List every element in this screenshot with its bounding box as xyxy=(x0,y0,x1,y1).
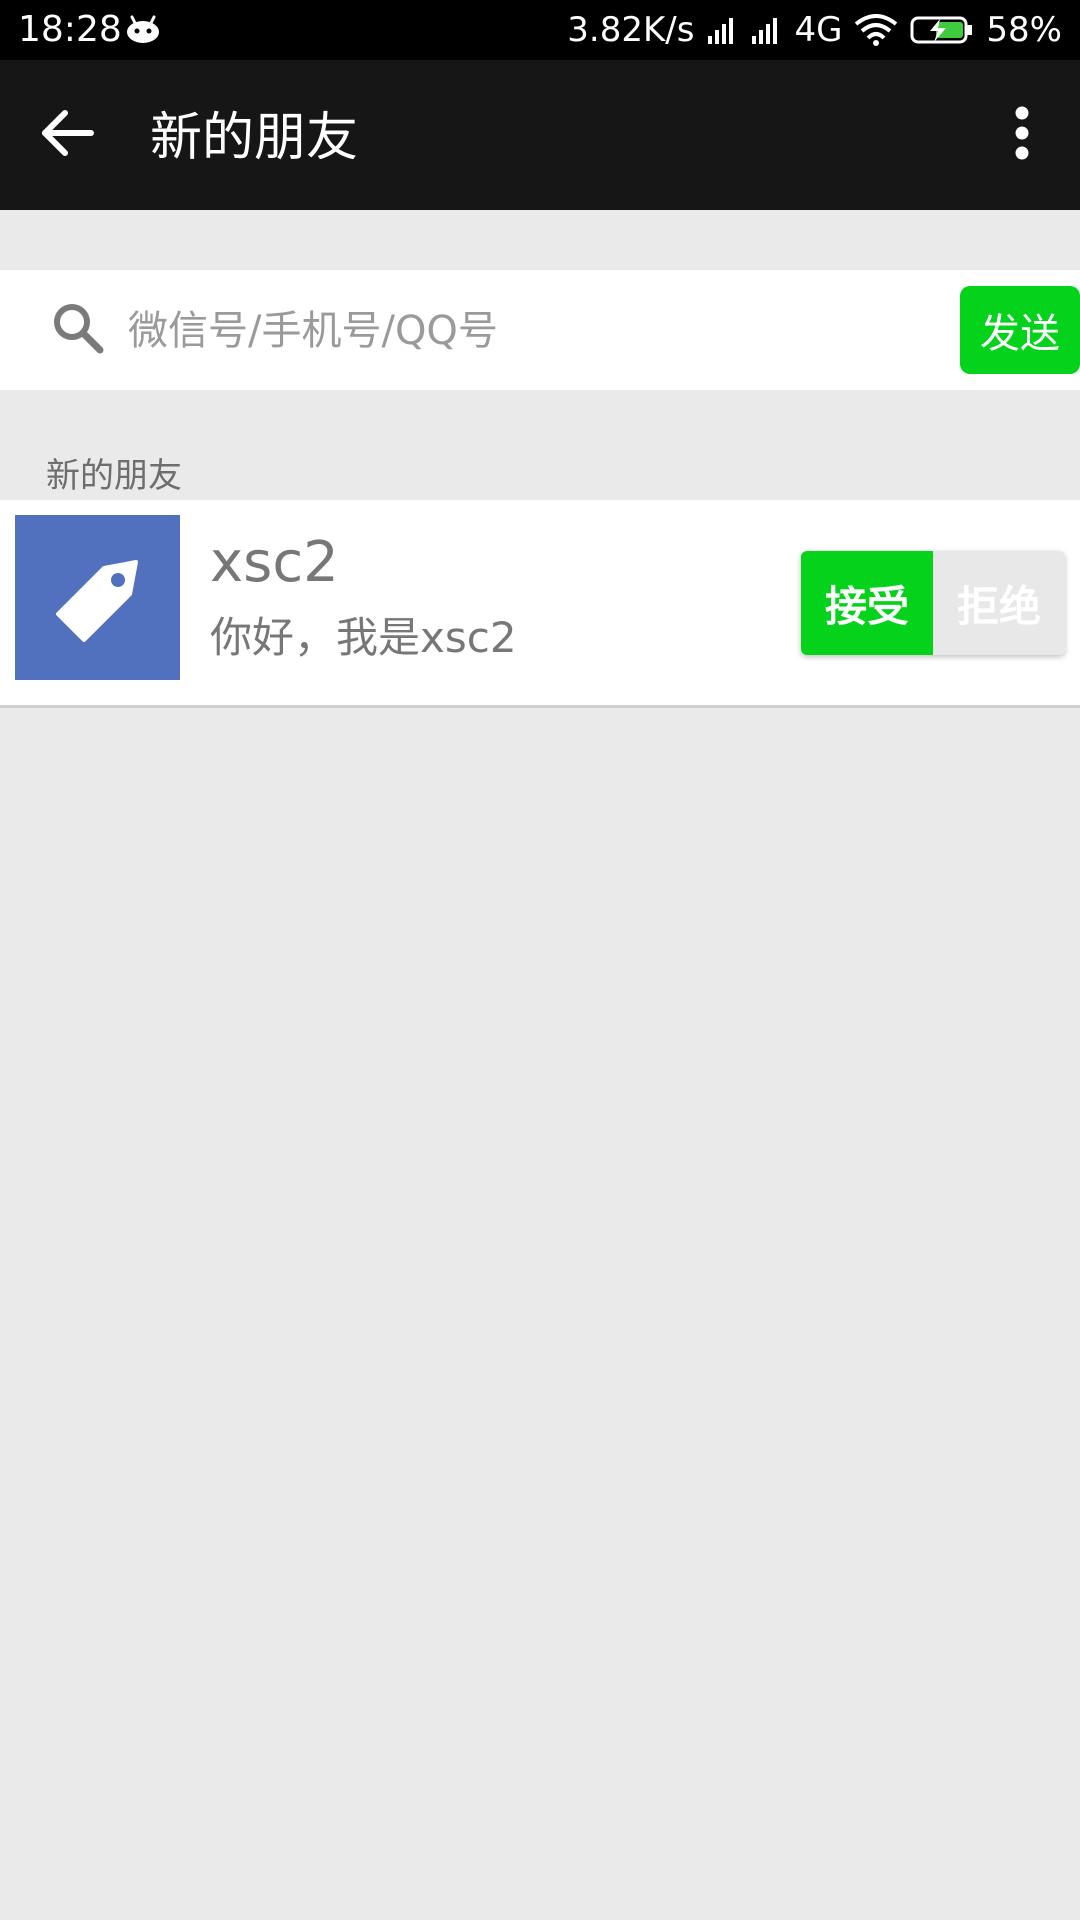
send-button[interactable]: 发送 xyxy=(960,286,1080,374)
back-button[interactable] xyxy=(34,105,100,165)
status-indicators: 3.82K/s 4G 58% xyxy=(567,8,1062,52)
more-options-button[interactable] xyxy=(992,105,1052,165)
accept-button[interactable]: 接受 xyxy=(801,551,933,655)
search-bar xyxy=(0,270,1080,390)
app-bar: 新的朋友 xyxy=(0,60,1080,210)
friend-message: 你好，我是xsc2 xyxy=(210,613,517,662)
search-input[interactable] xyxy=(126,292,930,370)
reject-button[interactable]: 拒绝 xyxy=(933,551,1065,655)
search-icon xyxy=(50,300,106,356)
friend-request-item: xsc2 你好，我是xsc2 接受 拒绝 xyxy=(0,500,1080,708)
more-vertical-icon xyxy=(1012,106,1032,164)
network-type: 4G xyxy=(794,10,843,50)
battery-percent: 58% xyxy=(986,10,1062,50)
status-time: 18:28 xyxy=(18,9,122,50)
battery-icon xyxy=(910,15,974,45)
avatar xyxy=(15,515,180,680)
net-speed: 3.82K/s xyxy=(567,10,695,50)
android-icon xyxy=(124,14,162,44)
friend-name: xsc2 xyxy=(210,530,339,595)
page-title: 新的朋友 xyxy=(150,108,359,168)
signal-icon-2 xyxy=(750,16,782,44)
status-bar: 18:28 3.82K/s 4G 58% xyxy=(0,0,1080,60)
arrow-left-icon xyxy=(39,108,95,162)
request-actions: 接受 拒绝 xyxy=(801,551,1065,655)
signal-icon xyxy=(706,16,738,44)
tag-icon xyxy=(48,546,148,650)
wifi-icon xyxy=(854,14,898,46)
section-title: 新的朋友 xyxy=(46,456,182,496)
